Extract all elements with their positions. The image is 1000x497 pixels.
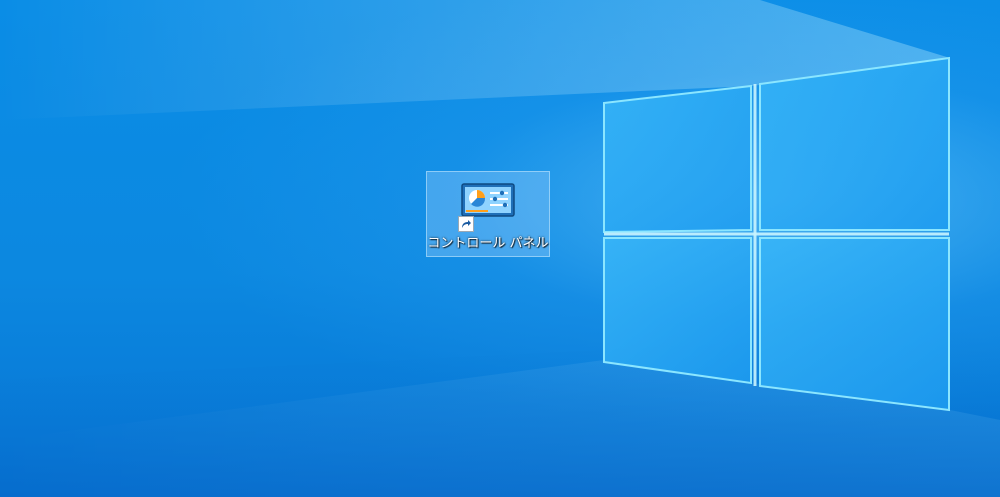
window-pane-bottom-right — [759, 237, 950, 412]
window-pane-bottom-left — [603, 237, 752, 385]
shortcut-arrow-icon — [458, 216, 474, 232]
desktop-icon-control-panel[interactable]: コントロール パネル — [426, 171, 550, 257]
window-pane-top-right — [759, 56, 950, 231]
desktop[interactable]: コントロール パネル — [0, 0, 1000, 497]
desktop-icon-label: コントロール パネル — [427, 236, 549, 251]
window-pane-top-left — [603, 84, 752, 234]
